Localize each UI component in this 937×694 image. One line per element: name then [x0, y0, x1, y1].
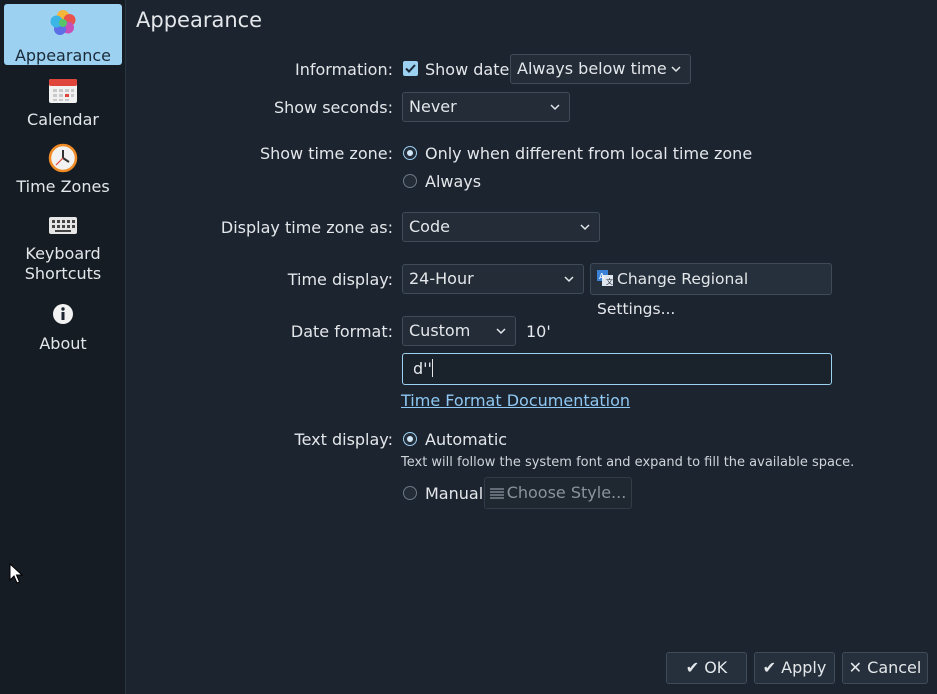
text-display-hint: Text will follow the system font and exp… [401, 455, 855, 470]
svg-text:文: 文 [606, 277, 613, 286]
display-timezone-combo[interactable]: Code [402, 212, 600, 242]
text-automatic-label[interactable]: Automatic [425, 430, 507, 449]
show-date-checkbox[interactable] [403, 61, 418, 76]
show-date-label[interactable]: Show date [425, 60, 509, 79]
list-icon [489, 488, 504, 499]
sidebar-item-keyboard-shortcuts[interactable]: Keyboard Shortcuts [4, 214, 122, 288]
cursor-icon [9, 563, 24, 584]
timezone-different-radio[interactable] [403, 146, 417, 160]
time-format-documentation-link[interactable]: Time Format Documentation [401, 391, 630, 410]
combo-value: Custom [409, 321, 471, 340]
calendar-icon [49, 79, 77, 103]
main-panel: Appearance Information: Show date Always… [127, 0, 937, 694]
combo-value: Never [409, 97, 457, 116]
combo-value: Code [409, 217, 450, 236]
change-regional-settings-button[interactable]: A 文 Change Regional Settings... [590, 263, 832, 318]
check-icon: ✔ [762, 658, 777, 677]
appearance-icon [50, 10, 76, 35]
chevron-down-icon [550, 104, 560, 111]
sidebar-item-label: Appearance [14, 46, 112, 65]
chevron-down-icon [564, 276, 574, 283]
timezone-always-radio[interactable] [403, 174, 417, 188]
sidebar: Appearance Calendar Time Zones Keyboard … [0, 0, 126, 694]
keyboard-icon [49, 217, 77, 234]
sidebar-item-about[interactable]: About [4, 302, 122, 358]
close-icon: ✕ [848, 658, 863, 677]
text-automatic-radio[interactable] [403, 432, 417, 446]
combo-value: Always below time [517, 59, 667, 78]
date-position-combo[interactable]: Always below time [510, 54, 691, 84]
button-label: Apply [781, 658, 827, 677]
sidebar-item-label: Time Zones [16, 177, 110, 196]
button-label: Change Regional Settings... [597, 270, 749, 318]
checkmark-icon [405, 64, 416, 73]
info-icon [53, 304, 73, 324]
sidebar-item-label: Calendar [27, 110, 99, 129]
timezone-always-label[interactable]: Always [425, 172, 481, 191]
chevron-down-icon [671, 66, 681, 73]
chevron-down-icon [496, 328, 506, 335]
date-format-label: Date format: [290, 322, 393, 341]
button-label: OK [704, 658, 728, 677]
sidebar-item-label: Keyboard [25, 244, 101, 263]
time-display-label: Time display: [287, 270, 393, 289]
choose-style-button[interactable]: Choose Style... [484, 477, 632, 509]
text-manual-label[interactable]: Manual [425, 484, 483, 503]
input-value: d'' [413, 359, 432, 378]
clock-icon [48, 143, 78, 173]
sidebar-item-time-zones[interactable]: Time Zones [4, 143, 122, 199]
time-display-combo[interactable]: 24-Hour [402, 264, 584, 294]
cancel-button[interactable]: ✕ Cancel [842, 652, 928, 684]
chevron-down-icon [580, 224, 590, 231]
button-label: Choose Style... [506, 483, 627, 502]
apply-button[interactable]: ✔ Apply [754, 652, 835, 684]
text-display-label: Text display: [294, 430, 393, 449]
check-icon: ✔ [685, 658, 700, 677]
page-title: Appearance [136, 8, 263, 32]
sidebar-item-label: About [39, 334, 87, 353]
sidebar-item-calendar[interactable]: Calendar [4, 76, 122, 132]
date-format-combo[interactable]: Custom [402, 316, 516, 346]
date-format-input[interactable]: d'' [402, 353, 832, 385]
language-icon: A 文 [597, 270, 613, 286]
svg-text:A: A [599, 272, 605, 281]
combo-value: 24-Hour [409, 269, 474, 288]
button-label: Cancel [867, 658, 922, 677]
show-timezone-label: Show time zone: [259, 144, 393, 163]
show-seconds-combo[interactable]: Never [402, 92, 570, 122]
date-format-preview: 10' [526, 322, 551, 341]
text-manual-radio[interactable] [403, 486, 417, 500]
sidebar-item-appearance[interactable]: Appearance [4, 4, 122, 65]
show-seconds-label: Show seconds: [273, 98, 393, 117]
timezone-different-label[interactable]: Only when different from local time zone [425, 144, 752, 163]
display-timezone-label: Display time zone as: [220, 218, 393, 237]
ok-button[interactable]: ✔ OK [666, 652, 747, 684]
sidebar-item-label: Shortcuts [24, 264, 102, 283]
information-label: Information: [294, 60, 393, 79]
